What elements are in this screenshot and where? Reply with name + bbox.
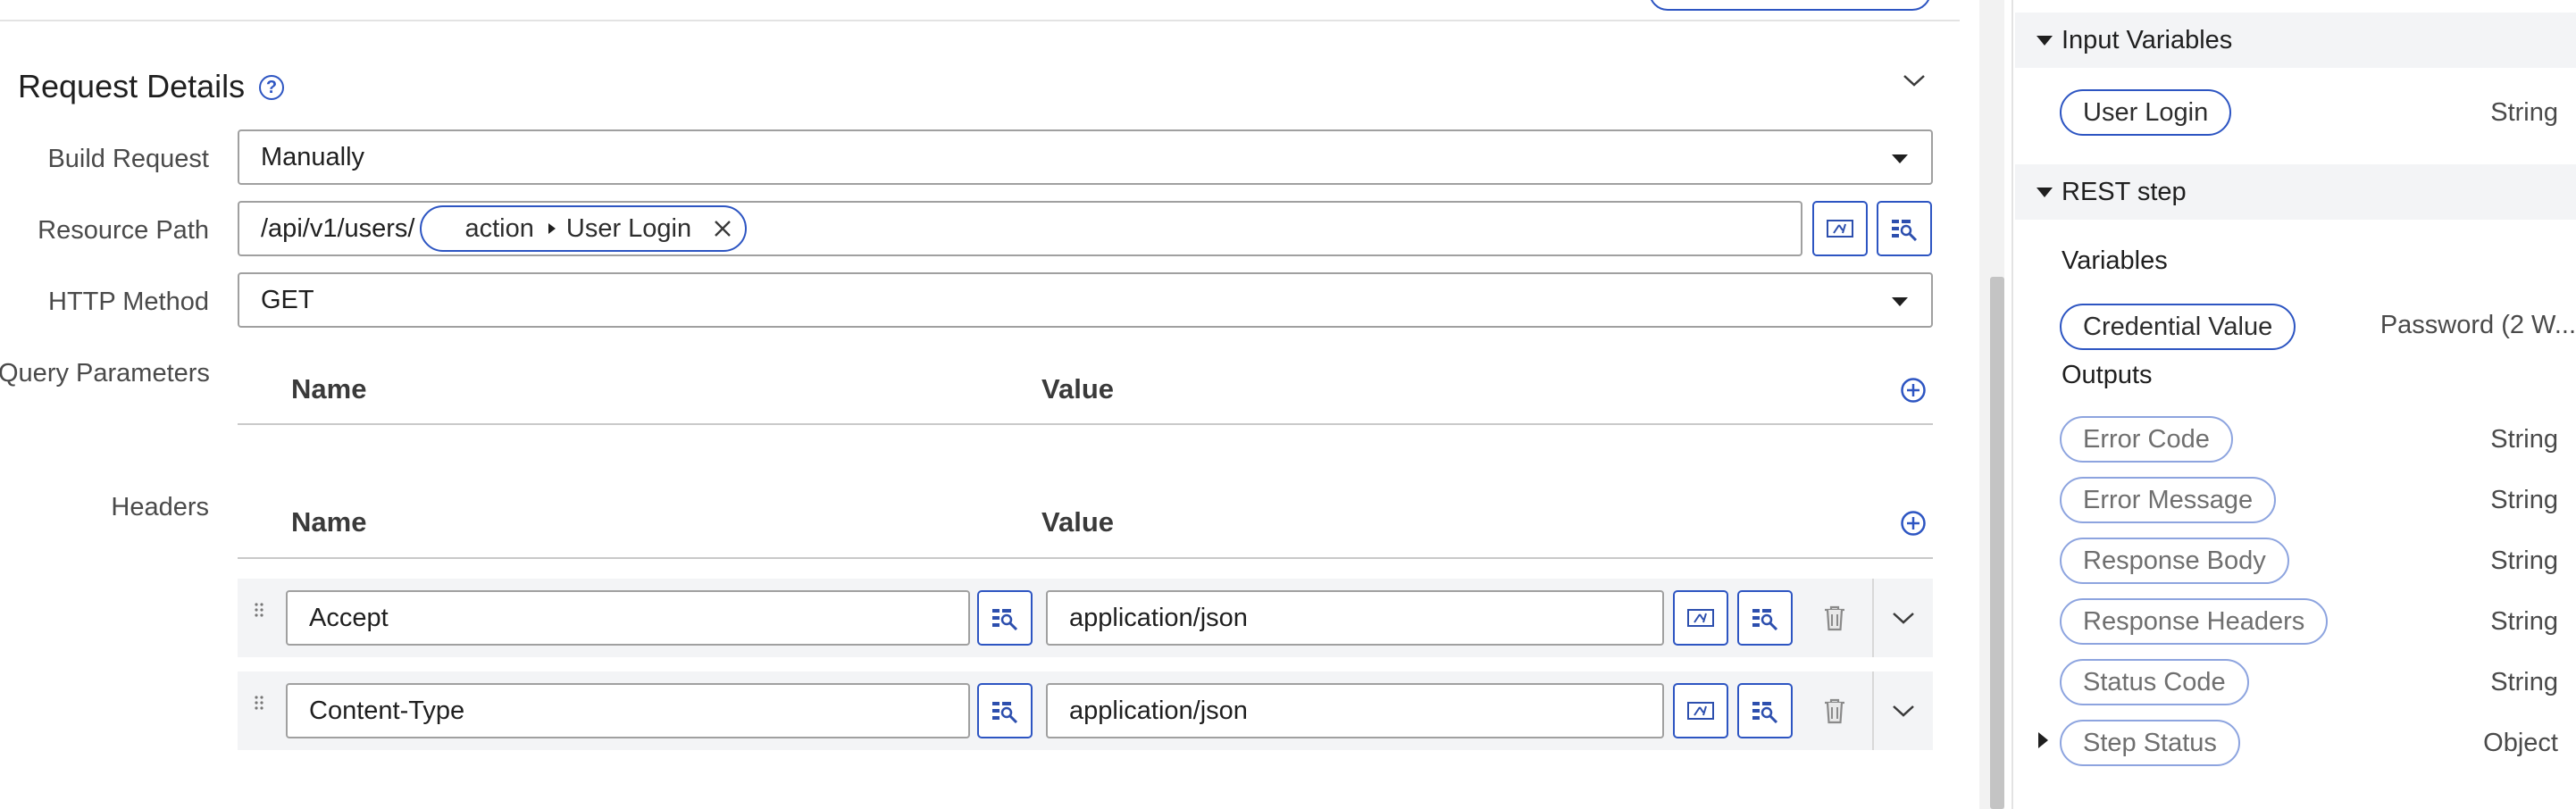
variable-pill-credential-value[interactable]: Credential Value — [2060, 304, 2296, 350]
top-divider — [0, 20, 1960, 21]
data-pill-picker-icon — [1752, 702, 1778, 723]
query-parameters-label: Query Parameters — [0, 359, 210, 388]
caret-down-icon — [2037, 35, 2053, 46]
script-icon — [1687, 609, 1714, 627]
build-request-value: Manually — [261, 142, 365, 171]
outputs-label: Outputs — [2062, 361, 2153, 389]
collapse-chevron-icon[interactable] — [1901, 70, 1928, 91]
data-pill-picker-icon — [992, 702, 1018, 723]
output-pill-error-message[interactable]: Error Message — [2060, 477, 2277, 523]
data-pill-picker-icon — [992, 609, 1018, 630]
output-type: String — [2490, 607, 2558, 636]
headers-header-divider — [238, 557, 1933, 559]
dropdown-caret-icon — [1892, 297, 1908, 306]
add-query-parameter-icon[interactable] — [1900, 377, 1927, 408]
caret-down-icon — [2037, 187, 2053, 197]
variable-pill-user-login[interactable]: User Login — [2060, 89, 2232, 136]
pill-arrow-icon — [548, 223, 556, 234]
header-value-input[interactable]: application/json — [1046, 590, 1664, 646]
build-request-label: Build Request — [47, 145, 209, 173]
output-type: String — [2490, 486, 2558, 514]
expand-caret-icon[interactable] — [2038, 732, 2048, 748]
chevron-down-icon[interactable] — [1890, 700, 1917, 726]
script-editor-button[interactable] — [1673, 590, 1728, 646]
headers-name-header: Name — [291, 506, 367, 538]
pill-scope: action — [464, 213, 534, 243]
close-icon[interactable] — [713, 219, 732, 238]
data-pill-picker-button[interactable] — [977, 590, 1033, 646]
top-partial-button[interactable] — [1649, 0, 1931, 11]
http-method-select[interactable]: GET — [238, 272, 1933, 328]
output-type: Object — [2483, 729, 2558, 757]
header-value-input[interactable]: application/json — [1046, 683, 1664, 738]
data-pill-picker-button[interactable] — [1737, 683, 1793, 738]
build-request-select[interactable]: Manually — [238, 129, 1933, 185]
trash-icon[interactable] — [1823, 605, 1846, 636]
header-name-input[interactable]: Content-Type — [286, 683, 970, 738]
header-name-input[interactable]: Accept — [286, 590, 970, 646]
panel-divider — [2011, 0, 2013, 809]
data-pill-picker-button[interactable] — [977, 683, 1033, 738]
output-pill-response-body[interactable]: Response Body — [2060, 538, 2289, 584]
resource-path-label: Resource Path — [38, 216, 209, 245]
query-header-divider — [238, 423, 1933, 425]
chevron-down-icon[interactable] — [1890, 607, 1917, 633]
input-variables-header[interactable]: Input Variables — [2015, 13, 2576, 68]
query-value-header: Value — [1041, 373, 1114, 404]
input-variables-title: Input Variables — [2062, 25, 2233, 54]
output-type: String — [2490, 425, 2558, 454]
row-divider — [1872, 579, 1874, 657]
resource-path-prefix: /api/v1/users/ — [261, 213, 415, 243]
script-icon — [1827, 220, 1853, 238]
output-type: String — [2490, 668, 2558, 696]
data-pill-picker-button[interactable] — [1737, 590, 1793, 646]
script-editor-button[interactable] — [1812, 201, 1868, 256]
http-method-label: HTTP Method — [48, 288, 209, 316]
script-editor-button[interactable] — [1673, 683, 1728, 738]
output-pill-step-status[interactable]: Step Status — [2060, 720, 2240, 766]
rest-step-title: REST step — [2062, 177, 2187, 206]
script-icon — [1687, 702, 1714, 720]
drag-handle-icon[interactable] — [254, 602, 264, 620]
headers-value-header: Value — [1041, 506, 1114, 538]
resource-path-input[interactable]: /api/v1/users/ action User Login — [238, 201, 1802, 256]
rest-step-header[interactable]: REST step — [2015, 164, 2576, 220]
drag-handle-icon[interactable] — [254, 695, 264, 713]
output-pill-error-code[interactable]: Error Code — [2060, 416, 2233, 463]
query-name-header: Name — [291, 373, 367, 404]
pill-name: User Login — [565, 213, 692, 243]
help-icon[interactable]: ? — [259, 75, 284, 100]
resource-path-variable-pill[interactable]: action User Login — [420, 205, 748, 252]
data-pill-picker-button[interactable] — [1877, 201, 1932, 256]
output-type: String — [2490, 546, 2558, 575]
output-pill-status-code[interactable]: Status Code — [2060, 659, 2249, 705]
page-title: Request Details — [18, 68, 246, 104]
data-pill-picker-icon — [1752, 609, 1778, 630]
dropdown-caret-icon — [1892, 154, 1908, 163]
http-method-value: GET — [261, 285, 314, 314]
variable-type: String — [2490, 98, 2558, 127]
row-divider — [1872, 671, 1874, 750]
scrollbar-thumb[interactable] — [1990, 277, 2004, 809]
data-pill-picker-icon — [1892, 220, 1918, 241]
variables-label: Variables — [2062, 246, 2168, 275]
trash-icon[interactable] — [1823, 697, 1846, 729]
variable-type: Password (2 W... — [2379, 311, 2576, 339]
headers-label: Headers — [111, 493, 209, 521]
add-header-icon[interactable] — [1900, 510, 1927, 541]
output-pill-response-headers[interactable]: Response Headers — [2060, 598, 2329, 645]
